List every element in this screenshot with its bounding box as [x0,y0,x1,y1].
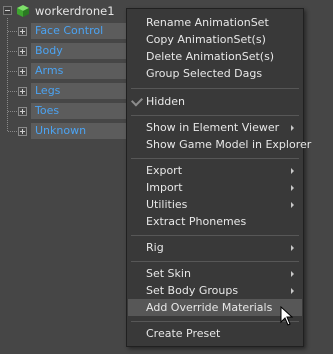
tree-item-label: Legs [35,84,61,97]
expand-icon[interactable] [18,107,27,116]
menu-item-copy-animationset[interactable]: Copy AnimationSet(s) [128,31,302,48]
menu-item-extract-phonemes[interactable]: Extract Phonemes [128,213,302,230]
mouse-pointer-icon [280,306,294,326]
menu-item-add-override-materials[interactable]: Add Override Materials [128,299,302,316]
chevron-right-icon [291,168,294,174]
tree-item-label: Body [35,44,63,57]
expand-icon[interactable] [18,47,27,56]
expand-icon[interactable] [18,127,27,136]
menu-item-show-game-model[interactable]: Show Game Model in Explorer [128,136,311,153]
menu-item-export[interactable]: Export [128,162,302,179]
tree-item-label: Toes [35,104,60,117]
menu-separator [131,235,299,236]
menu-item-hidden[interactable]: Hidden [128,93,302,110]
menu-separator [131,115,299,116]
menu-item-import[interactable]: Import [128,179,302,196]
menu-separator [131,261,299,262]
green-cube-icon [17,5,29,17]
chevron-right-icon [291,288,294,294]
chevron-right-icon [291,245,294,251]
menu-item-set-body-groups[interactable]: Set Body Groups [128,282,302,299]
menu-separator [131,321,299,322]
menu-item-group-selected-dags[interactable]: Group Selected Dags [128,65,302,82]
menu-item-delete-animationset[interactable]: Delete AnimationSet(s) [128,48,302,65]
expand-icon[interactable] [18,67,27,76]
check-icon [130,94,144,107]
chevron-right-icon [291,271,294,277]
tree-item-label: Face Control [35,24,104,37]
menu-item-create-preset[interactable]: Create Preset [128,325,302,342]
tree-root-label: workerdrone1 [35,4,115,18]
context-menu: Rename AnimationSet Copy AnimationSet(s)… [126,8,311,347]
menu-separator [131,88,299,89]
menu-item-rename-animationset[interactable]: Rename AnimationSet [128,14,302,31]
chevron-right-icon [291,125,294,131]
expand-icon[interactable] [18,27,27,36]
menu-item-show-in-element-viewer[interactable]: Show in Element Viewer [128,119,302,136]
chevron-right-icon [291,185,294,191]
menu-item-rig[interactable]: Rig [128,239,302,256]
tree-item-label: Unknown [35,124,87,137]
menu-item-utilities[interactable]: Utilities [128,196,302,213]
chevron-right-icon [291,202,294,208]
expand-icon[interactable] [18,87,27,96]
collapse-icon[interactable] [3,6,12,15]
tree-item-label: Arms [35,64,64,77]
menu-separator [131,158,299,159]
menu-item-set-skin[interactable]: Set Skin [128,265,302,282]
